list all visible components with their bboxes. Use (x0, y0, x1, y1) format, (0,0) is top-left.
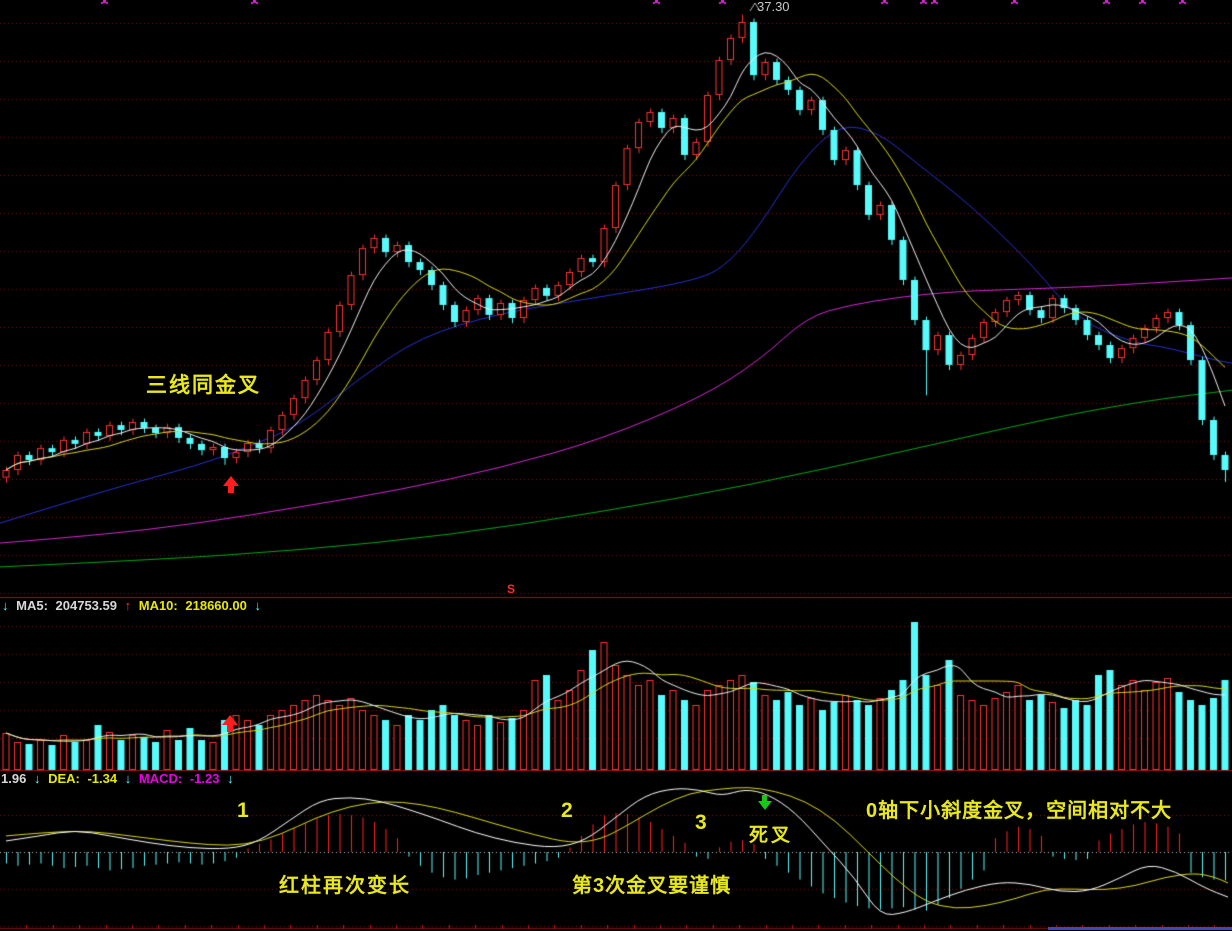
time-axis-scrollbar-thumb[interactable] (1048, 927, 1232, 930)
stock-chart-app: 37.30 三线同金叉 S ↓ MA5: 204753.59 ↑ MA10: 2… (0, 0, 1232, 931)
chart-canvas[interactable] (0, 0, 1232, 931)
